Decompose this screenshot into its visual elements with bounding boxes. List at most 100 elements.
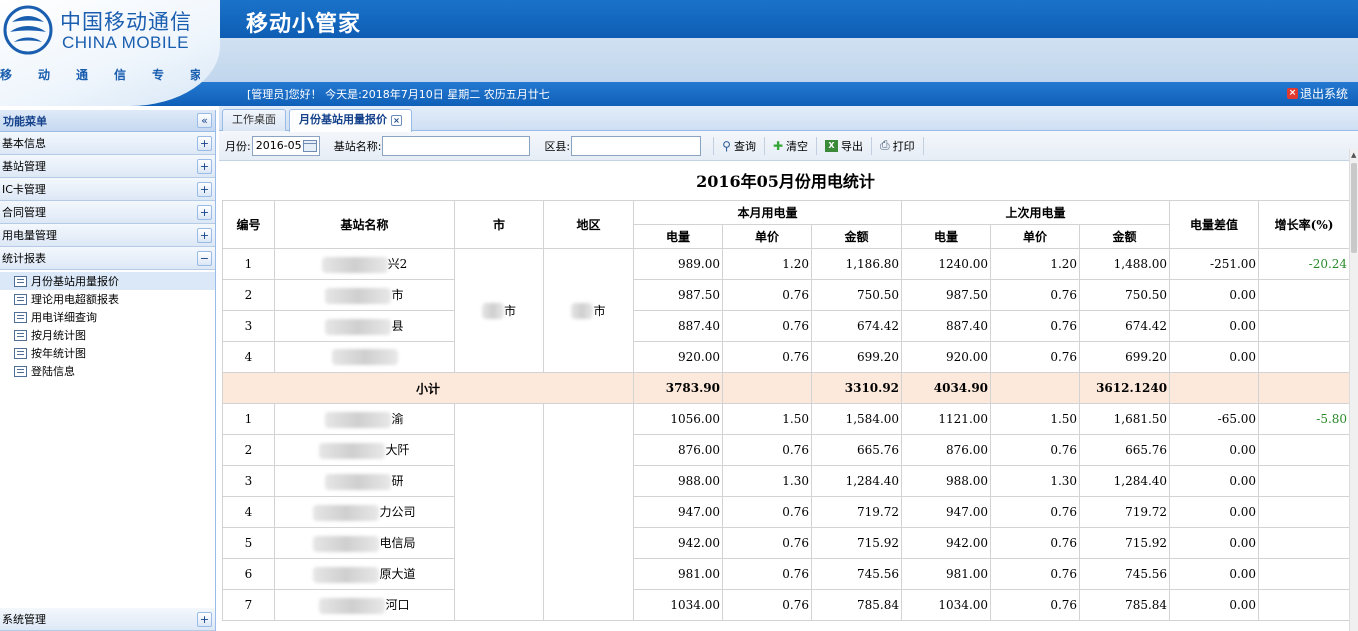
- expand-icon[interactable]: +: [197, 135, 212, 151]
- header-cur-price: 单价: [722, 224, 812, 249]
- station-name-input[interactable]: [382, 135, 531, 156]
- cell-growth: [1258, 589, 1349, 621]
- cell-prev-price: 0.76: [990, 341, 1081, 373]
- sidebar-section-system[interactable]: 系统管理 +: [0, 608, 215, 631]
- sidebar-item-overuse-report[interactable]: 理论用电超额报表: [0, 290, 215, 308]
- sidebar-item-login-info[interactable]: 登陆信息: [0, 362, 215, 380]
- cell-prev-price: 0.76: [990, 589, 1081, 621]
- cell-growth: [1258, 310, 1349, 342]
- sidebar-item-usage-detail[interactable]: 用电详细查询: [0, 308, 215, 326]
- cell-prev-amount: 665.76: [1079, 434, 1171, 466]
- sidebar-section-ic-card[interactable]: IC卡管理 +: [0, 178, 215, 201]
- search-icon: ⚲: [722, 138, 731, 153]
- cell-prev-amount: 1,488.00: [1079, 248, 1171, 280]
- calendar-icon[interactable]: [302, 139, 317, 152]
- table-row: 3 研 988.00 1.30 1,284.40 988.00 1.30 1,2…: [222, 465, 1349, 497]
- scroll-up-icon[interactable]: ▲: [1351, 151, 1356, 159]
- item-label: 登陆信息: [31, 365, 75, 378]
- header-status-bar: [0, 82, 1358, 106]
- clear-icon: ✚: [772, 138, 784, 153]
- station-suffix: 县: [391, 319, 404, 334]
- sidebar-item-yearly-chart[interactable]: 按年统计图: [0, 344, 215, 362]
- header-current-group: 本月用电量: [632, 200, 903, 225]
- cell-cur-amount: 1,584.00: [810, 403, 903, 435]
- cell-cur-amount: 719.72: [810, 496, 903, 528]
- cell-diff: 0.00: [1169, 279, 1260, 311]
- header-diff: 电量差值: [1169, 200, 1260, 249]
- cell-no: 1: [222, 403, 275, 435]
- tab-bar: 工作桌面 月份基站用量报价 ×: [219, 106, 1358, 132]
- reports-item-list: 月份基站用量报价 理论用电超额报表 用电详细查询 按月统计图 按年统计图 登陆信…: [0, 270, 215, 382]
- cell-cur-kwh: 1056.00: [633, 403, 723, 435]
- expand-icon[interactable]: +: [197, 227, 212, 243]
- scrollbar-thumb[interactable]: [1351, 163, 1357, 253]
- subtotal-prev-amount: 3612.1240: [1079, 372, 1171, 404]
- cell-prev-kwh: 947.00: [901, 496, 992, 528]
- cell-prev-amount: 1,681.50: [1079, 403, 1171, 435]
- cell-prev-amount: 785.84: [1079, 589, 1171, 621]
- sidebar: 功能菜单 « 基本信息 + 基站管理 + IC卡管理 + 合同管理 + 用电量管…: [0, 110, 216, 631]
- logout-button[interactable]: × 退出系统: [1286, 85, 1348, 102]
- cell-cur-price: 0.76: [722, 279, 812, 311]
- header-prev-kwh: 电量: [901, 224, 992, 249]
- report-table: 编号 基站名称 市 地区 本月用电量 上次用电量 电量差值 增长率(%) 电量 …: [222, 200, 1349, 621]
- cell-prev-amount: 1,284.40: [1079, 465, 1171, 497]
- cell-prev-price: 0.76: [990, 558, 1081, 590]
- subtotal-cur-amount: 3310.92: [810, 372, 903, 404]
- sidebar-item-monthly-chart[interactable]: 按月统计图: [0, 326, 215, 344]
- table-row: 1 渝 1056.00 1.50 1,584.00 1121.00 1.50 1…: [222, 403, 1349, 621]
- vertical-scrollbar[interactable]: ▲: [1349, 149, 1358, 631]
- section-label: 基本信息: [2, 137, 46, 150]
- expand-icon[interactable]: +: [197, 181, 212, 197]
- cell-prev-kwh: 1240.00: [901, 248, 992, 280]
- expand-icon[interactable]: +: [197, 611, 212, 627]
- cell-station: 河口: [274, 589, 455, 621]
- cell-prev-amount: 719.72: [1079, 496, 1171, 528]
- sidebar-section-basic-info[interactable]: 基本信息 +: [0, 132, 215, 155]
- sidebar-section-power[interactable]: 用电量管理 +: [0, 224, 215, 247]
- close-tab-icon[interactable]: ×: [391, 114, 402, 126]
- sidebar-section-reports[interactable]: 统计报表 −: [0, 247, 215, 270]
- district-input[interactable]: [571, 135, 702, 156]
- subtotal-empty: [722, 372, 812, 404]
- table-row: 4 力公司 947.00 0.76 719.72 947.00 0.76 719…: [222, 496, 1349, 528]
- header-no: 编号: [222, 200, 275, 249]
- station-suffix: 市: [391, 288, 404, 303]
- welcome-text: [管理员]您好！ 今天是:2018年7月10日 星期二 农历五月廿七: [247, 88, 550, 101]
- sidebar-item-monthly-station-report[interactable]: 月份基站用量报价: [0, 272, 215, 290]
- button-label: 打印: [892, 139, 915, 153]
- station-suffix: 渝: [391, 412, 404, 427]
- cell-cur-kwh: 1034.00: [633, 589, 723, 621]
- station-suffix: 力公司: [379, 505, 416, 520]
- sidebar-section-contract[interactable]: 合同管理 +: [0, 201, 215, 224]
- collapse-icon[interactable]: −: [197, 250, 212, 266]
- sidebar-section-station[interactable]: 基站管理 +: [0, 155, 215, 178]
- cell-no: 3: [222, 310, 275, 342]
- expand-icon[interactable]: +: [197, 204, 212, 220]
- query-button[interactable]: ⚲ 查询: [713, 136, 764, 155]
- expand-icon[interactable]: +: [197, 158, 212, 174]
- subtotal-label: 小计: [222, 372, 634, 404]
- item-label: 按月统计图: [31, 329, 86, 342]
- cell-cur-kwh: 920.00: [633, 341, 723, 373]
- clear-button[interactable]: ✚ 清空: [763, 136, 816, 155]
- cell-prev-kwh: 887.40: [901, 310, 992, 342]
- cell-growth: -20.24: [1258, 248, 1349, 280]
- cell-cur-price: 0.76: [722, 589, 812, 621]
- tab-monthly-station-report[interactable]: 月份基站用量报价 ×: [289, 109, 412, 132]
- collapse-sidebar-button[interactable]: «: [197, 113, 212, 128]
- export-button[interactable]: X 导出: [816, 136, 871, 155]
- print-button[interactable]: ⎙ 打印: [871, 136, 923, 155]
- button-label: 查询: [733, 139, 756, 153]
- cell-cur-kwh: 887.40: [633, 310, 723, 342]
- button-label: 导出: [841, 139, 864, 153]
- tab-workspace[interactable]: 工作桌面: [222, 109, 286, 131]
- cell-growth: [1258, 558, 1349, 590]
- redacted-text: [321, 256, 388, 273]
- china-mobile-logo-icon: [3, 5, 53, 55]
- cell-no: 3: [222, 465, 275, 497]
- month-picker[interactable]: 2016-05: [251, 135, 320, 156]
- header-station: 基站名称: [274, 200, 455, 249]
- redacted-text: [481, 303, 504, 320]
- item-label: 用电详细查询: [31, 311, 97, 324]
